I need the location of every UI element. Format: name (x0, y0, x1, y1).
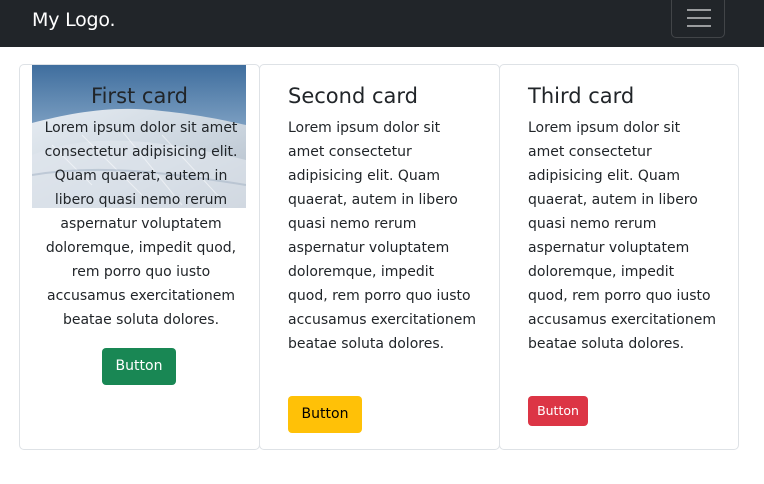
card-first: First card Lorem ipsum dolor sit amet co… (19, 64, 260, 450)
card-third: Third card Lorem ipsum dolor sit amet co… (499, 64, 739, 450)
navbar: My Logo. (0, 0, 764, 47)
card-text: Lorem ipsum dolor sit amet consectetur a… (528, 120, 716, 352)
button-danger[interactable]: Button (528, 396, 588, 426)
card-title: Second card (288, 84, 418, 108)
button-warning[interactable]: Button (288, 396, 362, 433)
brand-logo[interactable]: My Logo. (32, 9, 116, 31)
navbar-toggler-button[interactable] (671, 0, 725, 38)
card-second: Second card Lorem ipsum dolor sit amet c… (259, 64, 500, 450)
card-text: Lorem ipsum dolor sit amet consectetur a… (44, 120, 238, 328)
button-success[interactable]: Button (102, 348, 176, 385)
card-title: Third card (528, 84, 635, 108)
card-title: First card (91, 84, 188, 108)
card-text: Lorem ipsum dolor sit amet consectetur a… (288, 120, 476, 352)
